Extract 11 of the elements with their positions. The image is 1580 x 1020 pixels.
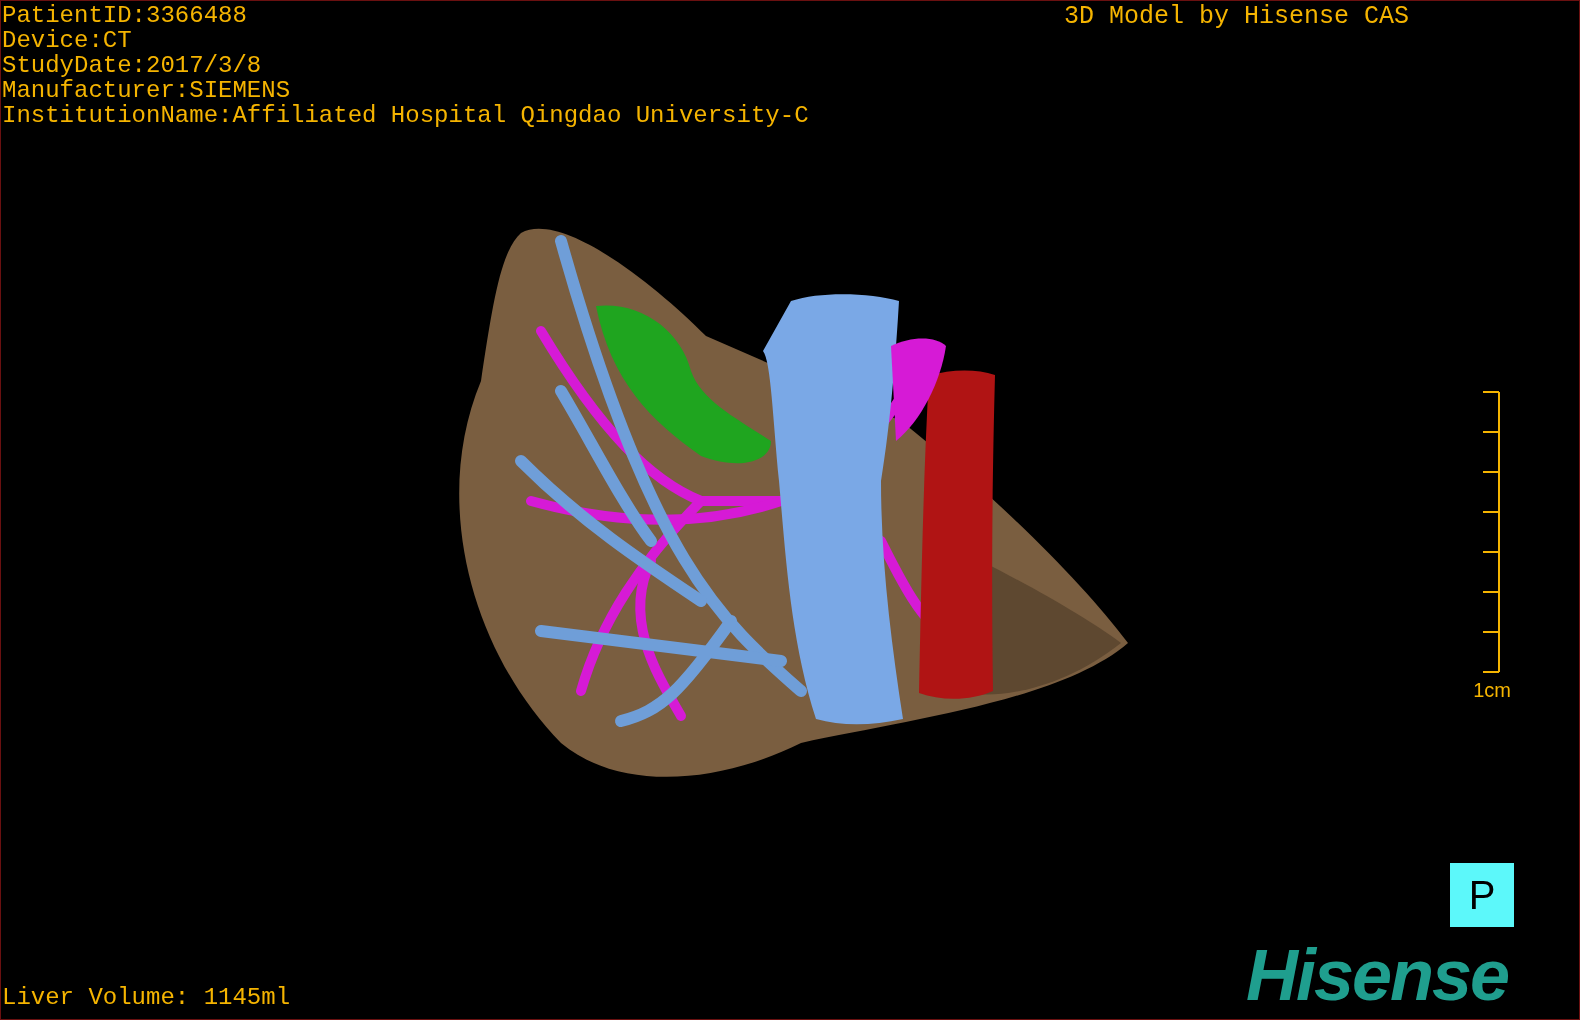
patient-info-text: PatientID:3366488 (2, 3, 248, 28)
scale-bar-icon (1481, 391, 1501, 673)
logo: Hisense (1246, 939, 1509, 1011)
patient-info-text: Device:CT (2, 28, 133, 53)
viewer-title: 3D Model by Hisense CAS (1063, 3, 1409, 29)
scale-label: 1cm (1473, 679, 1511, 701)
orientation-marker: P (1450, 863, 1514, 927)
patient-info-text: InstitutionName:Affiliated Hospital Qingdao University-C (2, 103, 809, 128)
patient-info-text: Manufacturer:SIEMENS (2, 78, 292, 103)
patient-info-text: StudyDate:2017/3/8 (2, 53, 263, 78)
liver-volume-text: Liver Volume: 1145ml (2, 985, 291, 1010)
